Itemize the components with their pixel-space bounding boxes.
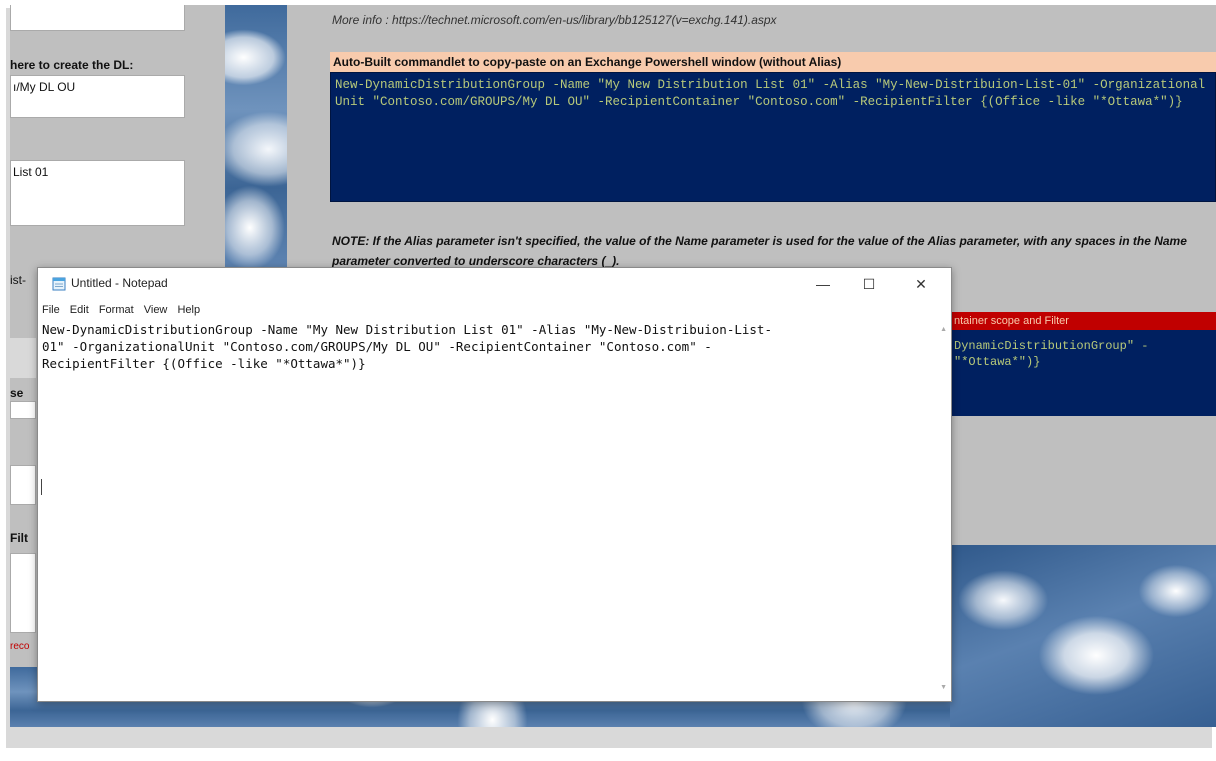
notepad-titlebar[interactable]: Untitled - Notepad — ☐ ✕ (38, 268, 951, 300)
filter-fragment: Filt (10, 531, 28, 545)
cmd-output-box[interactable]: New-DynamicDistributionGroup -Name "My N… (330, 72, 1216, 202)
cmd-header: Auto-Built commandlet to copy-paste on a… (330, 52, 1216, 72)
notepad-title: Untitled - Notepad (71, 276, 168, 290)
sky-block-image (950, 545, 1216, 727)
left-panel-top-field[interactable] (10, 5, 185, 31)
red-fragment: reco (10, 641, 30, 652)
notepad-window[interactable]: Untitled - Notepad — ☐ ✕ File Edit Forma… (37, 267, 952, 702)
dl-location-label: here to create the DL: (10, 58, 134, 72)
menu-help[interactable]: Help (177, 304, 200, 316)
alias-note: NOTE: If the Alias parameter isn't speci… (332, 234, 1187, 268)
menu-format[interactable]: Format (99, 304, 134, 316)
alias-fragment: ist- (10, 273, 26, 287)
dl-name-field[interactable]: List 01 (10, 160, 185, 226)
scroll-down-arrow-icon[interactable]: ▼ (940, 684, 947, 691)
filter-field[interactable] (10, 553, 36, 633)
recipient-fragment: se (10, 386, 24, 400)
menu-view[interactable]: View (144, 304, 168, 316)
text-cursor (41, 479, 42, 495)
cmd-header-2: ntainer scope and Filter (950, 312, 1216, 330)
cmd-output-box-2[interactable]: DynamicDistributionGroup" - "*Ottawa*")} (950, 330, 1216, 416)
close-button[interactable]: ✕ (898, 268, 944, 300)
more-info-link[interactable]: More info : https://technet.microsoft.co… (332, 13, 777, 27)
vertical-scrollbar[interactable] (934, 320, 951, 700)
notepad-icon (52, 277, 66, 291)
minimize-button[interactable]: — (800, 268, 846, 300)
recipient-container-field[interactable] (10, 465, 36, 505)
menu-file[interactable]: File (42, 304, 60, 316)
notepad-menubar: File Edit Format View Help (38, 304, 951, 320)
dl-location-field[interactable]: ı/My DL OU (10, 75, 185, 118)
scroll-up-arrow-icon[interactable]: ▲ (940, 326, 947, 333)
alias-field[interactable] (10, 338, 36, 378)
menu-edit[interactable]: Edit (70, 304, 89, 316)
sky-strip-image (225, 5, 287, 267)
maximize-button[interactable]: ☐ (846, 268, 892, 300)
notepad-text-area[interactable]: New-DynamicDistributionGroup -Name "My N… (42, 321, 922, 372)
recipient-field[interactable] (10, 401, 36, 419)
